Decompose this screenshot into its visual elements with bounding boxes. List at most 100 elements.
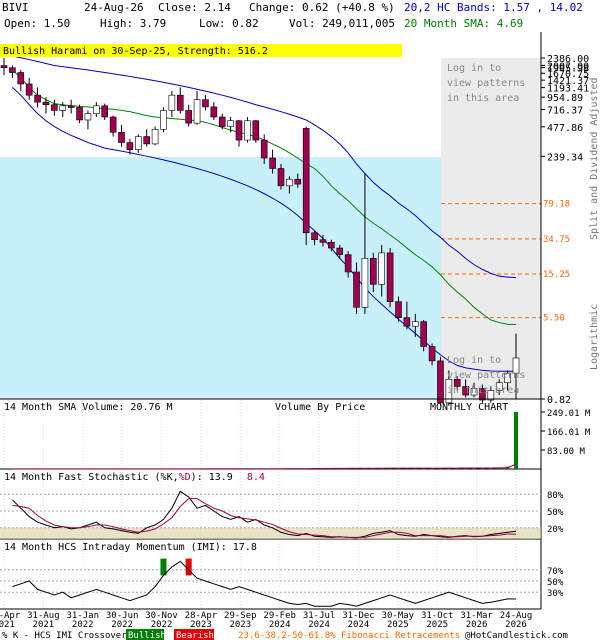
x-grid (3, 400, 517, 609)
x-tick-label-year: 2022 (72, 620, 94, 630)
bearish-legend-text: Bearish (176, 631, 214, 640)
stochastic-panel: 80% 50% 20% (0, 490, 564, 540)
volume-tick-label: 166.01 M (547, 428, 591, 438)
x-tick-label-year: 2021 (0, 620, 15, 630)
stoch-tick-label: 20% (547, 525, 564, 535)
x-tick-label-year: 2025 (426, 620, 448, 630)
imi-tick-label: 30% (547, 589, 564, 599)
candle-up (168, 94, 176, 111)
x-tick-label-year: 2026 (466, 620, 488, 630)
imi-tick-label: 50% (547, 578, 564, 588)
candle-down (126, 142, 134, 150)
candle-up (134, 136, 142, 150)
candle-down (202, 99, 209, 108)
login-text-lower-line2: view patterns (447, 370, 525, 381)
login-text-lower-line3: in this area (447, 385, 519, 396)
candle-up (361, 258, 369, 308)
fib-tick-label: 15.25 (543, 270, 570, 280)
fib-tick-label: 79.18 (543, 200, 570, 210)
date-axis: 30-Apr202131-Aug202131-Jan202230-Jun2022… (0, 611, 532, 630)
x-tick-label-year: 2021 (33, 620, 55, 630)
candle-up (193, 99, 201, 124)
candle-down (176, 94, 184, 111)
candle-down (353, 271, 360, 308)
imi-title: 14 Month HCS Intraday Momentum (IMI): 17… (4, 542, 257, 553)
candle-down (101, 105, 109, 118)
stoch-d-value: 8.4 (247, 472, 265, 483)
imi-panel: 70%50%30% (0, 558, 564, 610)
price-tick-label: 0.82 (547, 395, 571, 406)
candle-down (344, 254, 352, 273)
candle-down (218, 116, 226, 127)
restricted-area (441, 58, 541, 399)
stoch-title-close: ): (191, 472, 209, 483)
x-tick-label-year: 2026 (505, 620, 527, 630)
login-text-line1: Log in to (447, 63, 501, 74)
candle-up (160, 110, 167, 130)
stoch-d-name: %D (179, 472, 191, 483)
log-label: Logarithmic (589, 304, 600, 370)
candle-down (76, 107, 83, 121)
volume-title: 14 Month SMA Volume: 20.76 M (4, 402, 173, 413)
candle-down (302, 128, 310, 234)
candle-up (59, 105, 67, 111)
login-text-lower-line1: Log in to (447, 355, 501, 366)
stoch-k-value: 13.9 (209, 472, 233, 483)
candle-down (252, 120, 260, 141)
vbp-title: Volume By Price (275, 402, 365, 413)
candle-down (319, 239, 327, 243)
imi-tick-label: 70% (547, 567, 564, 577)
candle-down (210, 106, 218, 118)
pattern-label: Bullish Harami on 30-Sep-25, Strength: 5… (3, 46, 268, 57)
price-tick-label: 716.37 (547, 105, 583, 116)
x-tick-label-year: 2024 (348, 620, 370, 630)
candle-down (9, 67, 16, 73)
candle-down (328, 242, 335, 249)
login-text-line2: view patterns (447, 78, 525, 89)
x-tick-label-year: 2023 (229, 620, 251, 630)
price-tick-label: 954.89 (547, 93, 583, 104)
x-tick-label-year: 2023 (190, 620, 212, 630)
bullish-legend-text: Bullish (128, 631, 166, 640)
candle-down (143, 136, 150, 145)
x-tick-label-year: 2024 (308, 620, 330, 630)
candle-down (118, 131, 125, 143)
x-tick-label-year: 2024 (269, 620, 291, 630)
candle-up (378, 252, 386, 285)
imi-line (12, 560, 517, 607)
price-axis: 2386.002007.001905.981670.751421.371193.… (541, 54, 589, 406)
adjusted-label: Split and Dividend Adjusted (589, 77, 600, 240)
volume-sma-line (12, 463, 517, 470)
candle-down (25, 83, 33, 96)
candle-up (411, 321, 419, 327)
login-text-line3: in this area (447, 93, 519, 104)
volume-panel: 249.01 M 166.01 M 83.00 M (0, 409, 591, 470)
stoch-k-name: %K (161, 472, 173, 483)
candle-down (277, 168, 285, 187)
candle-down (294, 178, 302, 185)
brand-label: @HotCandlestick.com (465, 631, 568, 640)
candle-up (286, 178, 293, 187)
candle-down (0, 65, 8, 69)
candle-down (336, 247, 344, 255)
price-tick-label: 239.34 (547, 152, 583, 163)
volume-tick-label: 249.01 M (547, 409, 591, 419)
crossover-legend-label: % K - HCS IMI Crossover: (2, 631, 132, 640)
candle-down (42, 101, 50, 106)
candle-down (269, 157, 276, 169)
stoch-title-prefix: 14 Month Fast Stochastic ( (4, 472, 161, 483)
candle-up (244, 120, 251, 141)
candle-down (403, 317, 411, 327)
stoch-tick-label: 80% (547, 491, 564, 501)
x-tick-label-year: 2025 (387, 620, 409, 630)
x-tick-label-year: 2022 (111, 620, 133, 630)
candle-down (67, 105, 75, 108)
candle-down (260, 139, 268, 159)
candle-down (311, 232, 318, 241)
volume-tick-label: 83.00 M (547, 447, 586, 457)
candle-down (437, 360, 444, 404)
stochastic-title: 14 Month Fast Stochastic (%K,%D): 13.9 8.… (4, 472, 265, 483)
x-tick-label-year: 2022 (151, 620, 173, 630)
candle-down (386, 252, 394, 302)
candle-up (227, 120, 234, 127)
